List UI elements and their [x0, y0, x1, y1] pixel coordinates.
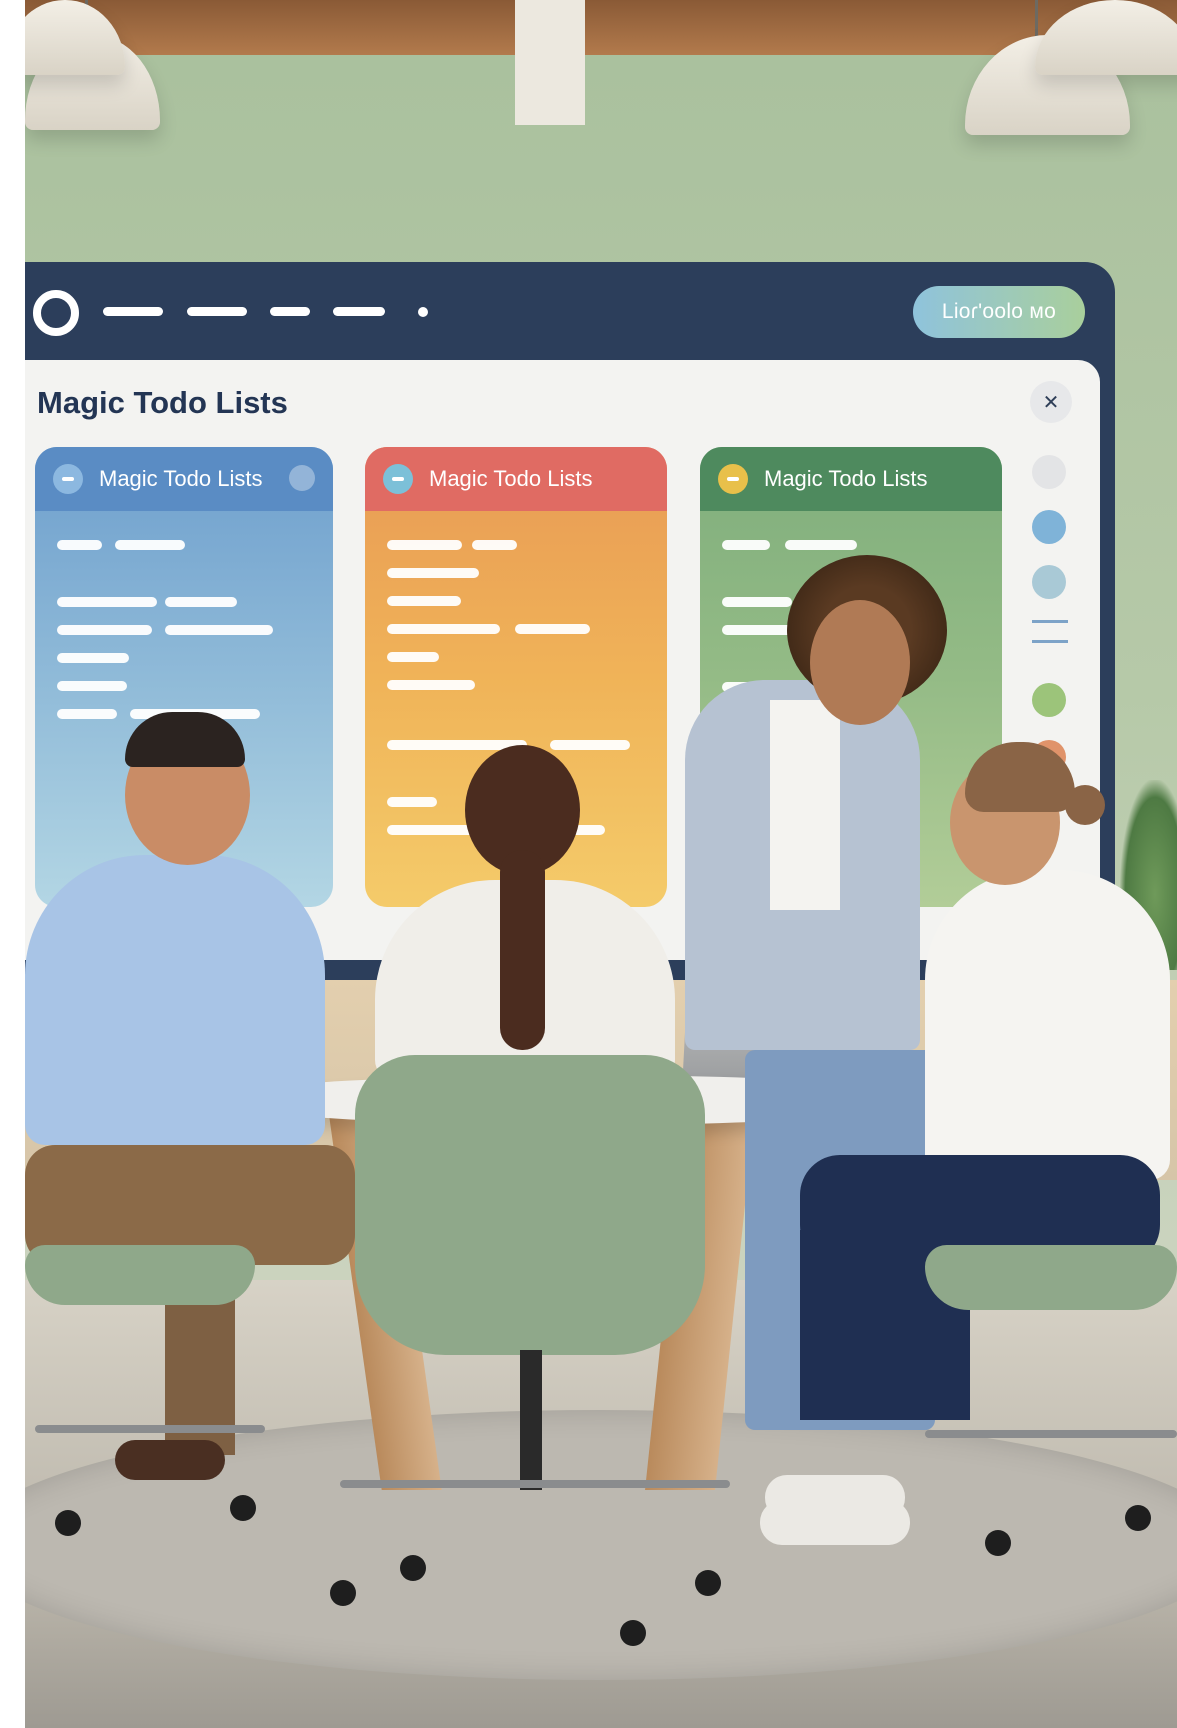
todo-list-header: Magic Todo Lists: [365, 447, 667, 511]
page-title: Magic Todo Lists: [37, 385, 288, 420]
person-standing-blouse: [770, 700, 840, 910]
task-line: [387, 568, 479, 578]
task-line: [165, 597, 237, 607]
task-line: [387, 624, 500, 634]
chair-base: [925, 1430, 1177, 1438]
person-left-shoe: [115, 1440, 225, 1480]
list-status-dot: [289, 465, 315, 491]
nav-dot: [418, 307, 428, 317]
task-line: [57, 540, 102, 550]
person-standing-head: [810, 600, 910, 725]
nav-item[interactable]: [333, 307, 385, 316]
task-line: [387, 596, 461, 606]
side-nav-dot-3[interactable]: [1032, 683, 1066, 717]
chair-wheel: [985, 1530, 1011, 1556]
lamp-cord: [1035, 0, 1038, 40]
list-icon: [718, 464, 748, 494]
task-line: [472, 540, 517, 550]
side-nav-dot-0[interactable]: [1032, 455, 1066, 489]
todo-list-title: Magic Todo Lists: [429, 466, 593, 491]
chair-base: [35, 1425, 265, 1433]
chair-wheel: [620, 1620, 646, 1646]
task-line: [387, 540, 462, 550]
person-right-shoe: [760, 1500, 910, 1545]
office-chair: [25, 1245, 255, 1305]
task-line: [57, 597, 157, 607]
person-left-shirt: [25, 855, 325, 1145]
task-line: [722, 597, 792, 607]
task-line: [387, 680, 475, 690]
task-line: [387, 797, 437, 807]
task-line: [785, 540, 857, 550]
task-line: [722, 540, 770, 550]
side-nav-divider: [1032, 620, 1068, 623]
person-right-hair-bun: [1065, 785, 1105, 825]
chair-wheel: [695, 1570, 721, 1596]
nav-item[interactable]: [270, 307, 310, 316]
app-logo-icon: [33, 290, 79, 336]
chair-wheel: [400, 1555, 426, 1581]
task-line: [722, 625, 797, 635]
task-line: [57, 681, 127, 691]
office-chair-front: [355, 1055, 705, 1355]
close-icon[interactable]: ✕: [1030, 381, 1072, 423]
todo-list-header: Magic Todo Lists: [35, 447, 333, 511]
chair-wheel: [1125, 1505, 1151, 1531]
task-line: [550, 740, 630, 750]
office-chair: [925, 1245, 1177, 1310]
todo-list-title: Magic Todo Lists: [764, 466, 928, 491]
task-line: [165, 625, 273, 635]
chair-stem: [520, 1350, 542, 1490]
office-scene: Lioɾ'oolo мо Magic Todo Lists ✕ Magic To…: [25, 0, 1177, 1728]
chair-base: [340, 1480, 730, 1488]
task-line: [115, 540, 185, 550]
person-right-blouse: [925, 870, 1170, 1180]
list-icon: [53, 464, 83, 494]
task-line: [387, 652, 439, 662]
side-nav-dot-2[interactable]: [1032, 565, 1066, 599]
ceiling-beam: [515, 0, 585, 125]
person-middle-ponytail: [500, 850, 545, 1050]
nav-item[interactable]: [103, 307, 163, 316]
side-nav-dot-1[interactable]: [1032, 510, 1066, 544]
side-nav-divider: [1032, 640, 1068, 643]
todo-list-header: Magic Todo Lists: [700, 447, 1002, 511]
task-line: [57, 709, 117, 719]
task-line: [57, 625, 152, 635]
task-line: [515, 624, 590, 634]
chair-wheel: [55, 1510, 81, 1536]
nav-item[interactable]: [187, 307, 247, 316]
todo-list-title: Magic Todo Lists: [99, 466, 263, 491]
chair-wheel: [330, 1580, 356, 1606]
task-line: [57, 653, 129, 663]
list-icon: [383, 464, 413, 494]
header-cta-button[interactable]: Lioɾ'oolo мо: [913, 286, 1085, 338]
chair-wheel: [230, 1495, 256, 1521]
